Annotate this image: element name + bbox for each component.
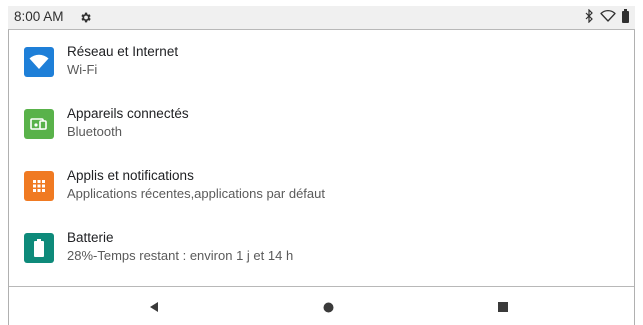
setting-subtitle: 28%-Temps restant : environ 1 j et 14 h <box>67 248 294 263</box>
setting-title: Appareils connectés <box>67 106 189 121</box>
setting-subtitle: Bluetooth <box>67 124 122 139</box>
back-icon[interactable] <box>147 300 161 314</box>
setting-connected-devices[interactable]: Appareils connectés Bluetooth <box>9 93 634 155</box>
battery-icon <box>24 233 54 263</box>
apps-grid-icon <box>24 171 54 201</box>
setting-subtitle: Applications récentes,applications par d… <box>67 186 325 201</box>
gear-icon <box>79 11 92 24</box>
navigation-bar <box>9 286 634 325</box>
setting-title: Batterie <box>67 230 114 245</box>
status-icons <box>585 8 629 28</box>
settings-list: Réseau et Internet Wi-Fi Appareils conne… <box>9 31 634 285</box>
setting-title: Applis et notifications <box>67 168 194 183</box>
home-icon[interactable] <box>321 300 335 314</box>
frame-border-right <box>634 6 635 325</box>
battery-icon <box>622 8 629 28</box>
status-time: 8:00 AM <box>14 9 64 24</box>
setting-battery[interactable]: Batterie 28%-Temps restant : environ 1 j… <box>9 217 634 279</box>
setting-network[interactable]: Réseau et Internet Wi-Fi <box>9 31 634 93</box>
setting-title: Réseau et Internet <box>67 44 179 59</box>
status-bar: 8:00 AM <box>8 6 635 30</box>
setting-subtitle: Wi-Fi <box>67 62 98 77</box>
recents-icon[interactable] <box>496 300 510 314</box>
bluetooth-icon <box>585 8 594 28</box>
wifi-icon <box>24 47 54 77</box>
wifi-outline-icon <box>600 9 616 27</box>
connected-devices-icon <box>24 109 54 139</box>
setting-apps-notifications[interactable]: Applis et notifications Applications réc… <box>9 155 634 217</box>
